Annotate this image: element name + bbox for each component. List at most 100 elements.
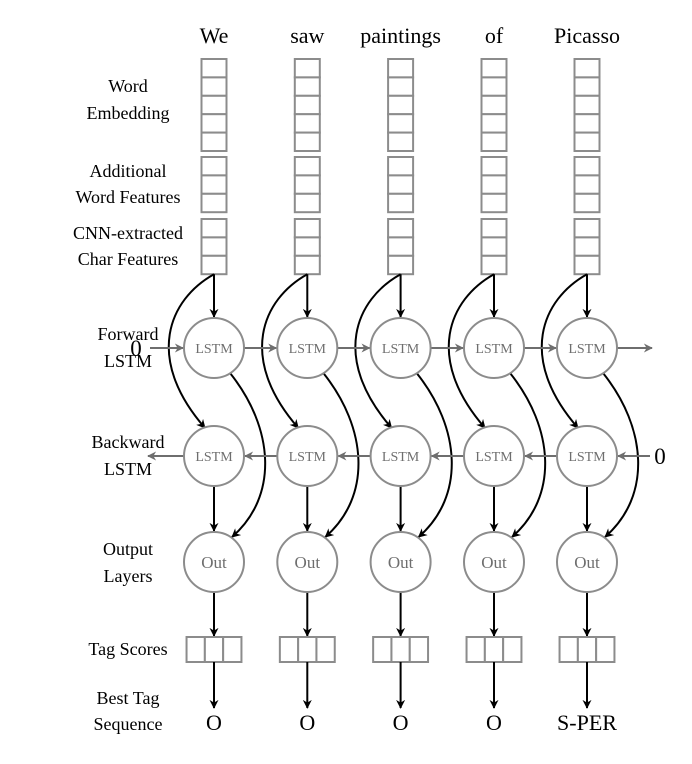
row-label-additional-features: Additional Word Features (75, 161, 180, 207)
vector-cell (573, 113, 601, 134)
vector-cell (480, 174, 508, 195)
backward-lstm-node: LSTM (369, 425, 432, 487)
vector-cell (200, 192, 228, 214)
vector-cell (573, 94, 601, 116)
vector-cell (387, 113, 415, 134)
vector-cell (480, 113, 508, 134)
backward-lstm-node-label: LSTM (568, 450, 606, 465)
vector-cell (480, 218, 508, 239)
vector-cell (200, 94, 228, 116)
vector-cell (387, 94, 415, 116)
row-label-char-features: CNN-extracted Char Features (73, 223, 183, 269)
forward-lstm-node-label: LSTM (382, 342, 420, 357)
tag-score-cell (390, 636, 411, 663)
row-label-line: Layers (104, 566, 153, 586)
input-word: of (485, 23, 504, 48)
forward-lstm-node-label: LSTM (475, 342, 513, 357)
vector-cell (480, 131, 508, 153)
additional-features-vector (200, 156, 228, 214)
vector-cell (200, 156, 228, 177)
vector-cell (573, 131, 601, 153)
vector-cell (480, 192, 508, 214)
word-embedding-vector (200, 58, 228, 153)
vector-cell (293, 174, 321, 195)
output-layer-node-label: Out (574, 553, 600, 572)
row-label-line: Word Features (75, 187, 180, 207)
additional-features-vector (387, 156, 415, 214)
row-labels: Word Embedding Additional Word Features CNN-… (73, 76, 183, 734)
output-layer-node: Out (369, 531, 432, 593)
vector-cell (480, 76, 508, 97)
forward-lstm-node: LSTM (369, 317, 432, 379)
tag-score-cell (502, 636, 523, 663)
row-label-line: Word (108, 76, 148, 96)
row-label-line: Additional (90, 161, 167, 181)
output-layer-node-label: Out (481, 553, 507, 572)
vector-cell (293, 131, 321, 153)
backward-lstm-node: LSTM (463, 425, 525, 487)
vector-cell (387, 131, 415, 153)
row-label-line: Tag Scores (88, 639, 167, 659)
tag-score-cell (595, 636, 616, 663)
tag-scores-vector (465, 636, 523, 663)
vector-cell (387, 218, 415, 239)
char-features-vector (200, 218, 228, 276)
vector-cell (200, 218, 228, 239)
vector-cell (293, 236, 321, 257)
vector-cell (200, 236, 228, 257)
row-label-line: LSTM (104, 351, 152, 371)
word-embedding-vector (480, 58, 508, 153)
timestep-column: saw O (261, 23, 360, 735)
vector-cell (387, 254, 415, 276)
additional-features-vector (573, 156, 601, 214)
vector-cell (293, 254, 321, 276)
backward-lstm-node-label: LSTM (289, 450, 327, 465)
char-features-vector (293, 218, 321, 276)
row-label-tag-scores: Tag Scores (88, 639, 167, 659)
vector-cell (293, 58, 321, 79)
vector-cell (387, 76, 415, 97)
vector-cell (573, 236, 601, 257)
vector-cell (200, 113, 228, 134)
tag-scores-vector (372, 636, 430, 663)
best-tag: O (393, 710, 409, 735)
backward-lstm-node-label: LSTM (382, 450, 420, 465)
row-label-line: LSTM (104, 459, 152, 479)
tag-score-cell (315, 636, 336, 663)
vector-cell (387, 156, 415, 177)
columns: We Osaw Opaintings Oof O Picasso S-PER (167, 23, 640, 735)
row-label-line: Backward (92, 432, 165, 452)
vector-cell (573, 218, 601, 239)
word-embedding-vector (573, 58, 601, 153)
output-layer-node-label: Out (201, 553, 227, 572)
forward-lstm-node: LSTM (556, 317, 618, 379)
tag-score-cell (203, 636, 225, 663)
timestep-column: paintings O (354, 23, 453, 735)
vector-cell (480, 254, 508, 276)
row-label-forward-lstm: Forward LSTM (98, 324, 159, 371)
tag-score-cell (372, 636, 393, 663)
char-features-vector (573, 218, 601, 276)
timestep-column: of O (447, 23, 547, 735)
output-layer-node: Out (556, 531, 618, 593)
forward-initial-state: 0 (130, 336, 142, 361)
vector-cell (480, 58, 508, 79)
output-layer-node: Out (183, 531, 245, 593)
vector-cell (573, 174, 601, 195)
best-tag: S-PER (557, 710, 617, 735)
backward-initial-state: 0 (654, 444, 666, 469)
forward-lstm-node-label: LSTM (568, 342, 606, 357)
bilstm-diagram: Word Embedding Additional Word Features CNN-… (73, 23, 666, 735)
tag-score-cell (222, 636, 243, 663)
forward-lstm-node-label: LSTM (195, 342, 233, 357)
vector-cell (293, 113, 321, 134)
vector-cell (200, 58, 228, 79)
forward-lstm-node: LSTM (183, 317, 245, 379)
tag-scores-vector (558, 636, 616, 663)
tag-scores-vector (278, 636, 336, 663)
vector-cell (200, 131, 228, 153)
vector-cell (480, 94, 508, 116)
vector-cell (573, 156, 601, 177)
vector-cell (293, 192, 321, 214)
word-embedding-vector (293, 58, 321, 153)
